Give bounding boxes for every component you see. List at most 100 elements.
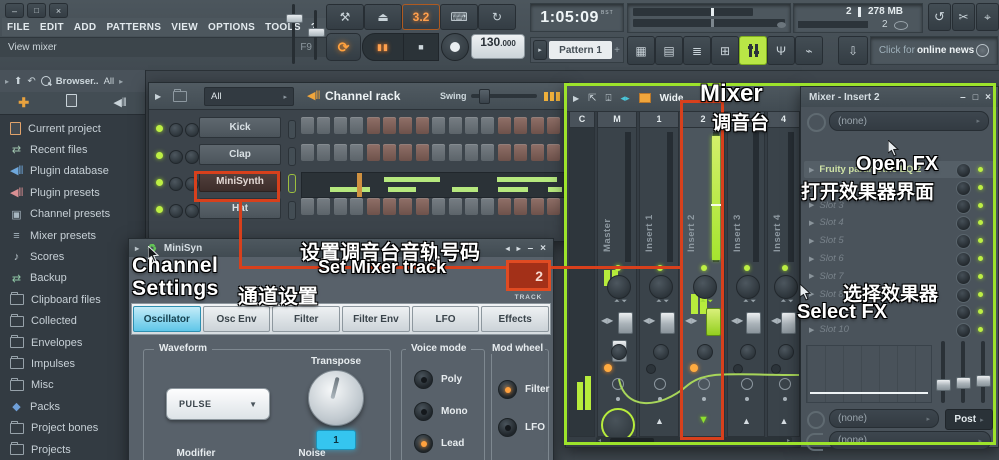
step-cell[interactable] xyxy=(465,144,478,161)
prev-channel-icon[interactable]: ◂ xyxy=(506,244,510,253)
pan-arrows[interactable]: ◀▶ xyxy=(731,316,743,325)
menu-options[interactable]: OPTIONS xyxy=(208,22,255,33)
mixer-strip-insert-3[interactable]: 3 Insert 3 ⏶ ⏷ ◀▶ ▲ xyxy=(727,111,765,437)
fx-slot-6[interactable]: ▶ Slot 6 xyxy=(804,250,995,267)
input-source-icon[interactable] xyxy=(807,113,826,132)
step-cell[interactable] xyxy=(301,144,314,161)
channel-button-minisynth[interactable]: MiniSynth xyxy=(199,171,281,192)
add-icon[interactable]: ✚ xyxy=(18,95,29,111)
browser-view-button[interactable]: ⊞ xyxy=(711,36,739,65)
mixer-scrollbar[interactable]: ◂ ▸ xyxy=(596,437,792,445)
slot-mix-knob[interactable] xyxy=(956,180,971,196)
mixer-track-selector[interactable]: 2 xyxy=(506,260,551,291)
step-cell[interactable] xyxy=(514,144,528,161)
step-cell[interactable] xyxy=(350,144,364,161)
back-icon[interactable]: ↶ xyxy=(27,76,35,87)
step-cell[interactable] xyxy=(432,117,446,134)
undo-button[interactable]: ↺ xyxy=(928,3,951,31)
tab-effects[interactable]: Effects xyxy=(481,306,550,332)
channel-pan-knob[interactable] xyxy=(169,150,183,164)
step-cell[interactable] xyxy=(448,198,462,215)
slot-arrow-icon[interactable]: ▶ xyxy=(809,272,814,280)
menu-tools[interactable]: TOOLS xyxy=(265,22,301,33)
eq-fader-1[interactable] xyxy=(936,341,951,403)
sidebar-item-collected[interactable]: Collected xyxy=(10,311,140,332)
step-cell[interactable] xyxy=(547,144,560,161)
wide-label[interactable]: Wide xyxy=(660,93,684,104)
step-cell[interactable] xyxy=(415,144,429,161)
close-icon[interactable]: × xyxy=(540,243,546,254)
track-knob[interactable] xyxy=(607,275,631,299)
track-led[interactable] xyxy=(744,265,750,271)
tab-filter-env[interactable]: Filter Env xyxy=(342,306,410,332)
step-cell[interactable] xyxy=(530,144,544,161)
step-cell[interactable] xyxy=(366,198,380,215)
channel-pan-knob[interactable] xyxy=(169,204,183,218)
slot-enable-led[interactable] xyxy=(978,184,983,190)
rack-menu-icon[interactable]: ▶ xyxy=(155,92,161,101)
audio-record-button[interactable]: ⌖ xyxy=(976,3,999,31)
track-knob[interactable] xyxy=(649,275,673,299)
step-cell[interactable] xyxy=(481,198,495,215)
track-knob-small[interactable] xyxy=(777,344,794,360)
channel-rack-view-button[interactable]: ▤ xyxy=(655,36,683,65)
step-cell[interactable] xyxy=(415,198,429,215)
minimize-button[interactable]: – xyxy=(5,3,24,18)
next-channel-icon[interactable]: ▸ xyxy=(517,244,521,253)
pattern-next-button[interactable]: + xyxy=(614,45,620,56)
slot-arrow-icon[interactable]: ▶ xyxy=(809,237,814,245)
pan-arrows[interactable]: ◀▶ xyxy=(643,316,655,325)
play-pause-button[interactable]: ▮▮ xyxy=(362,33,404,61)
slot-mix-knob[interactable] xyxy=(956,287,971,303)
search-icon[interactable] xyxy=(40,76,52,86)
clock-icon[interactable] xyxy=(654,378,666,390)
send-knob-icon[interactable] xyxy=(807,411,825,429)
titlebar-menu-icon[interactable]: ▸ xyxy=(135,244,139,253)
step-cell[interactable] xyxy=(383,144,396,161)
download-news-button[interactable]: ⇩ xyxy=(838,36,868,65)
step-cell[interactable] xyxy=(432,198,446,215)
close-icon[interactable]: × xyxy=(985,92,991,103)
eq-fader-2[interactable] xyxy=(956,341,971,403)
sidebar-item-mixer-presets[interactable]: ≡ Mixer presets xyxy=(10,225,140,246)
slot-enable-led[interactable] xyxy=(978,327,983,333)
step-cell[interactable] xyxy=(465,198,478,215)
channel-pan-knob[interactable] xyxy=(169,177,183,191)
step-cell[interactable] xyxy=(497,117,511,134)
step-cell[interactable] xyxy=(432,144,446,161)
channel-volume-knob[interactable] xyxy=(185,177,199,191)
channel-enable-led[interactable] xyxy=(156,152,163,159)
step-cell[interactable] xyxy=(350,198,364,215)
step-cell[interactable] xyxy=(514,198,528,215)
eq-fader-3[interactable] xyxy=(976,341,991,403)
scroll-thumb[interactable] xyxy=(610,438,654,444)
countdown-button[interactable]: 3.2 xyxy=(402,4,440,30)
sidebar-item-recent-files[interactable]: ⇄ Recent files xyxy=(10,139,140,160)
updown-arrows[interactable]: ⏶ ⏷ xyxy=(656,298,669,305)
mute-light[interactable] xyxy=(770,364,781,374)
step-cell[interactable] xyxy=(317,117,331,134)
track-knob[interactable] xyxy=(736,275,760,299)
metronome-button[interactable]: ⚒ xyxy=(326,4,364,30)
step-cell[interactable] xyxy=(301,117,314,134)
step-cell[interactable] xyxy=(497,198,511,215)
maximize-icon[interactable]: □ xyxy=(973,92,978,102)
sidebar-item-plugin-presets[interactable]: ◀⦀ Plugin presets xyxy=(10,182,140,203)
menu-view[interactable]: VIEW xyxy=(171,22,198,33)
slot-enable-led[interactable] xyxy=(978,291,983,297)
slot-mix-knob[interactable] xyxy=(956,252,971,267)
track-fader[interactable] xyxy=(781,312,796,334)
updown-arrows[interactable]: ⏶ ⏷ xyxy=(700,298,713,305)
mute-light[interactable] xyxy=(733,364,743,374)
plugin-picker-button[interactable]: Ψ xyxy=(767,36,795,65)
pan-arrows[interactable]: ◀▶ xyxy=(685,316,697,325)
minimize-icon[interactable]: – xyxy=(528,243,534,254)
waveform-dropdown[interactable]: PULSE ▼ xyxy=(166,388,270,420)
pan-arrows[interactable]: ◀▶ xyxy=(601,316,613,325)
slot-enable-led[interactable] xyxy=(978,202,983,208)
channel-enable-led[interactable] xyxy=(156,179,163,186)
menu-edit[interactable]: EDIT xyxy=(40,22,64,33)
voice-option-poly[interactable]: Poly xyxy=(414,370,462,389)
sidebar-item-impulses[interactable]: Impulses xyxy=(10,353,140,374)
insert-fx-titlebar[interactable]: Mixer - Insert 2 – □ × xyxy=(801,87,998,107)
